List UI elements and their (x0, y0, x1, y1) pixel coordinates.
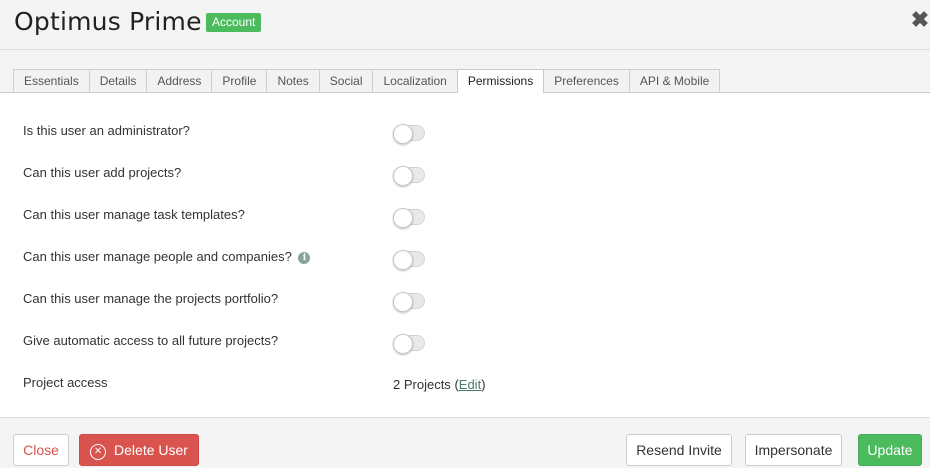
tab-api-mobile[interactable]: API & Mobile (628, 69, 721, 93)
delete-user-label: Delete User (114, 442, 188, 458)
page-title: Optimus Prime (14, 7, 202, 36)
tab-permissions[interactable]: Permissions (456, 69, 545, 94)
impersonate-button[interactable]: Impersonate (745, 434, 842, 466)
project-access-value: 2 Projects (Edit) (393, 377, 486, 392)
task-templates-toggle[interactable] (393, 208, 425, 228)
tab-notes[interactable]: Notes (266, 69, 319, 93)
permission-label: Can this user manage task templates? (23, 207, 245, 222)
project-count: 2 Projects (393, 377, 451, 392)
tab-profile[interactable]: Profile (211, 69, 267, 93)
resend-invite-button[interactable]: Resend Invite (626, 434, 732, 466)
permission-row: Can this user manage the projects portfo… (23, 288, 903, 312)
permission-label: Can this user manage the projects portfo… (23, 291, 279, 306)
tab-preferences[interactable]: Preferences (544, 69, 629, 93)
project-access-row: Project access 2 Projects (Edit) (23, 372, 903, 396)
permission-row: Is this user an administrator? (23, 120, 903, 144)
permission-label: Can this user manage people and companie… (23, 249, 311, 264)
permission-label: Is this user an administrator? (23, 123, 190, 138)
people-companies-toggle[interactable] (393, 250, 425, 270)
close-icon[interactable]: ✖ (910, 9, 930, 31)
permission-row: Can this user manage task templates? (23, 204, 903, 228)
permissions-panel: Is this user an administrator? Can this … (0, 93, 930, 417)
permission-row: Give automatic access to all future proj… (23, 330, 903, 354)
tab-essentials[interactable]: Essentials (13, 69, 89, 93)
project-access-label: Project access (23, 375, 108, 390)
x-circle-icon: ✕ (90, 444, 107, 460)
permission-label: Give automatic access to all future proj… (23, 333, 279, 348)
tab-localization[interactable]: Localization (372, 69, 457, 93)
close-button[interactable]: Close (13, 434, 69, 466)
administrator-toggle[interactable] (393, 124, 425, 144)
tab-details[interactable]: Details (88, 69, 147, 93)
permission-row: Can this user manage people and companie… (23, 246, 903, 270)
tab-address[interactable]: Address (146, 69, 212, 93)
projects-portfolio-toggle[interactable] (393, 292, 425, 312)
edit-projects-link[interactable]: Edit (459, 377, 481, 392)
future-projects-toggle[interactable] (393, 334, 425, 354)
permission-label-text: Can this user manage people and companie… (23, 249, 292, 264)
info-icon[interactable]: i (298, 252, 311, 264)
permission-label: Can this user add projects? (23, 165, 182, 180)
modal-footer: Close ✕ Delete User Resend Invite Imperso… (0, 417, 930, 468)
tab-bar: Essentials Details Address Profile Notes… (0, 50, 930, 94)
modal-header: Optimus Prime Account ✖ (0, 0, 930, 50)
delete-user-button[interactable]: ✕ Delete User (79, 434, 199, 466)
permission-row: Can this user add projects? (23, 162, 903, 186)
add-projects-toggle[interactable] (393, 166, 425, 186)
account-badge: Account (206, 13, 262, 32)
tab-social[interactable]: Social (318, 69, 373, 93)
paren-close: ) (481, 377, 486, 392)
update-button[interactable]: Update (858, 434, 922, 466)
